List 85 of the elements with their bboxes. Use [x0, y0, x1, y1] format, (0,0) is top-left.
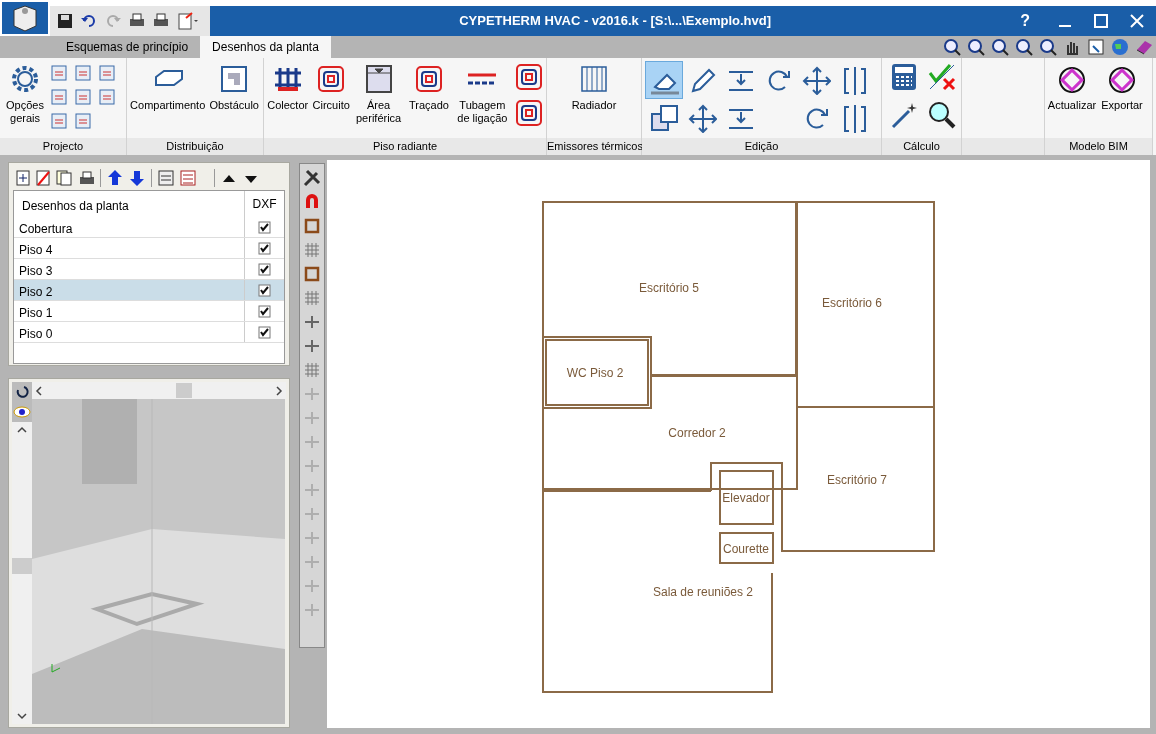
book-icon[interactable]	[1135, 38, 1153, 56]
room-label: WC Piso 2	[566, 366, 624, 380]
checkbox[interactable]	[258, 325, 271, 339]
layout-button[interactable]: Traçado	[406, 61, 452, 114]
spiral-icon[interactable]	[513, 97, 543, 127]
scrollbar-thumb[interactable]	[176, 383, 192, 398]
update-button[interactable]: Actualizar	[1048, 61, 1096, 114]
checkbox[interactable]	[258, 283, 271, 297]
plan-name: Piso 1	[19, 306, 53, 320]
checkbox[interactable]	[258, 304, 271, 318]
area-button[interactable]: Área periférica	[353, 61, 404, 127]
room-label: Elevador	[722, 491, 770, 505]
manifold-button[interactable]: Colector	[267, 61, 309, 114]
group-label: Cálculo	[882, 138, 961, 155]
group-label: Projecto	[0, 138, 126, 155]
window-icon[interactable]	[1087, 38, 1105, 56]
plan-row[interactable]: Piso 4	[14, 238, 284, 259]
plan-row[interactable]: Piso 1	[14, 301, 284, 322]
zoom-icon[interactable]	[991, 38, 1009, 56]
radiator-icon	[578, 63, 610, 95]
plan-name: Piso 0	[19, 327, 53, 341]
checkbox[interactable]	[258, 262, 271, 276]
column-header: Desenhos da planta	[21, 198, 130, 215]
zoom-icon[interactable]	[943, 38, 961, 56]
radiator-button[interactable]: Radiador	[550, 61, 638, 114]
plan-name: Piso 3	[19, 264, 53, 278]
ribbon-tab[interactable]: Desenhos da planta	[200, 36, 331, 58]
zoom-icon[interactable]	[1015, 38, 1033, 56]
plan-row[interactable]: Piso 2	[14, 280, 284, 301]
save-icon[interactable]	[56, 12, 74, 30]
obstacle-button[interactable]: Obstáculo	[208, 61, 260, 114]
zoom-icon[interactable]	[1039, 38, 1057, 56]
column-header: DXF	[252, 196, 277, 213]
dxf-export-icon[interactable]	[180, 170, 196, 186]
undo-icon[interactable]	[80, 12, 98, 30]
add-document-icon[interactable]	[16, 170, 30, 186]
maximize-icon[interactable]	[1094, 14, 1108, 28]
plan-name: Cobertura	[19, 222, 73, 236]
export-button[interactable]: Exportar	[1099, 61, 1145, 114]
room-label: Corredor 2	[668, 426, 726, 440]
group-label: Distribuição	[127, 138, 263, 155]
down-arrow-icon[interactable]	[129, 169, 145, 187]
refresh-icon[interactable]	[12, 382, 32, 402]
magnifier-icon[interactable]	[926, 99, 958, 131]
room-label: Escritório 5	[639, 281, 699, 295]
scrollbar-thumb[interactable]	[12, 558, 32, 574]
app-logo[interactable]	[2, 2, 48, 34]
ribbon-tab[interactable]: Esquemas de princípio	[54, 36, 201, 58]
room-label: Courette	[723, 542, 769, 556]
group-label: Modelo BIM	[1045, 138, 1152, 155]
room-label: Escritório 6	[822, 296, 882, 310]
group-label: Emissores térmicos	[547, 138, 641, 155]
spiral-icon[interactable]	[513, 61, 543, 91]
copy-icon	[649, 103, 679, 133]
plan-row[interactable]: Cobertura	[14, 217, 284, 238]
plan-row[interactable]: Piso 0	[14, 322, 284, 343]
export-document-icon[interactable]	[176, 12, 198, 30]
move-icon	[687, 103, 717, 133]
eye-icon[interactable]	[12, 402, 32, 422]
eraser-tool[interactable]	[645, 61, 683, 99]
up-arrow-icon[interactable]	[107, 169, 123, 187]
zoom-icon[interactable]	[967, 38, 985, 56]
move-icon	[801, 65, 831, 95]
plan-name: Piso 2	[19, 285, 53, 299]
circuit-button[interactable]: Circuito	[311, 61, 351, 114]
plan-name: Piso 4	[19, 243, 53, 257]
pipe-button[interactable]: Tubagem de ligação	[454, 61, 510, 127]
help-button[interactable]: ?	[1020, 9, 1030, 33]
dxf-icon[interactable]	[158, 170, 174, 186]
room-label: Sala de reuniões 2	[652, 585, 754, 599]
check-cross-icon[interactable]	[926, 61, 958, 93]
spiral-icon	[413, 63, 445, 95]
options-button[interactable]: Opções gerais	[3, 61, 47, 127]
close-icon[interactable]	[1130, 14, 1144, 28]
checkbox[interactable]	[258, 241, 271, 255]
edit-document-icon[interactable]	[36, 170, 50, 186]
compartment-button[interactable]: Compartimento	[130, 61, 206, 114]
checkbox[interactable]	[258, 220, 271, 234]
room-label: Escritório 7	[827, 473, 887, 487]
printer-icon[interactable]	[78, 170, 94, 186]
copy-document-icon[interactable]	[56, 170, 72, 186]
gear-icon	[9, 63, 41, 95]
group-label: Piso radiante	[264, 138, 546, 155]
group-label: Edição	[642, 138, 881, 155]
window-title: CYPETHERM HVAC - v2016.k - [S:\...\Exemplo.hvd]	[459, 13, 771, 29]
